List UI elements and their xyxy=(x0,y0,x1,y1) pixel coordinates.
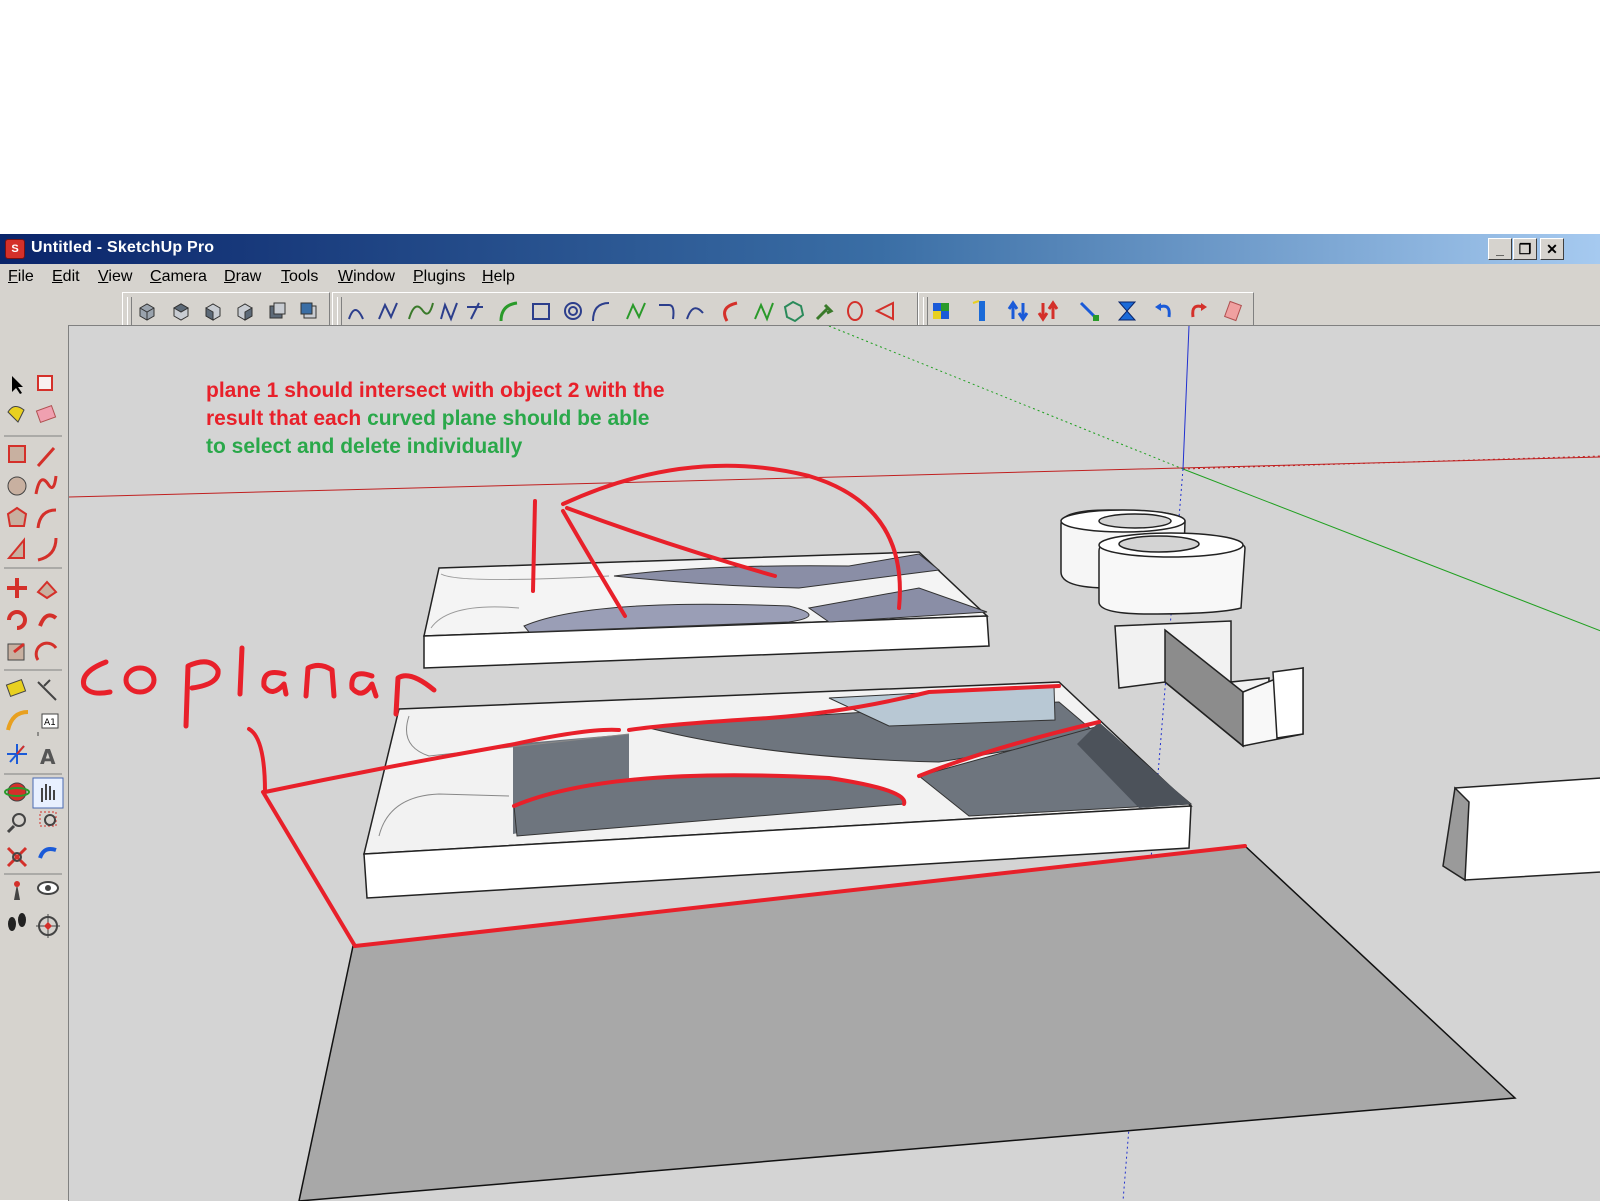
orbit-icon xyxy=(7,782,27,802)
push-down-icon[interactable] xyxy=(1035,297,1063,325)
protractor-icon xyxy=(6,710,29,731)
walk-icon xyxy=(8,917,16,931)
menu-edit[interactable]: Edit xyxy=(52,268,80,286)
restore-button[interactable]: ❐ xyxy=(1513,238,1537,260)
toolbar-grip[interactable] xyxy=(127,297,132,325)
scale-diagonal-icon[interactable] xyxy=(1075,297,1103,325)
polygon-icon xyxy=(6,506,28,527)
model-viewport[interactable]: plane 1 should intersect with object 2 w… xyxy=(68,325,1600,1201)
spiral-icon xyxy=(564,302,582,320)
menu-window[interactable]: Window xyxy=(338,268,395,286)
ellipse-icon xyxy=(847,301,863,321)
handwritten-coplanar xyxy=(70,638,450,738)
annotation-line-3: to select and delete individually xyxy=(206,435,523,458)
wrench-icon xyxy=(815,303,834,321)
polygon-icon xyxy=(783,300,805,323)
tape-measure-icon xyxy=(5,678,27,698)
paint-bucket-icon xyxy=(7,406,25,423)
annotation-line-1: plane 1 should intersect with object 2 w… xyxy=(206,379,665,402)
menu-draw[interactable]: Draw xyxy=(224,268,261,286)
rotate-icon xyxy=(7,610,27,630)
block-object xyxy=(1442,777,1600,882)
ring-object xyxy=(1060,509,1246,615)
svg-text:A1: A1 xyxy=(44,718,56,728)
freehand-icon xyxy=(754,302,774,322)
close-button[interactable]: ✕ xyxy=(1540,238,1564,260)
bezier-icon xyxy=(348,309,364,320)
push-pull-icon xyxy=(36,580,58,600)
arc-icon xyxy=(499,301,518,322)
menu-plugins[interactable]: Plugins xyxy=(413,268,465,286)
zigzag-icon xyxy=(626,302,646,320)
previous-icon xyxy=(38,847,57,859)
dimension-icon xyxy=(37,679,57,701)
move-icon xyxy=(7,578,27,598)
arc2-icon xyxy=(686,307,704,320)
pencil-icon xyxy=(36,447,56,467)
arc3-icon xyxy=(723,301,738,322)
front-view-icon[interactable] xyxy=(199,297,227,325)
menu-file[interactable]: File xyxy=(8,268,34,286)
arc-icon xyxy=(34,475,58,495)
bracket-object xyxy=(1114,620,1304,748)
zoom-icon xyxy=(12,813,26,827)
left-view-icon[interactable] xyxy=(295,297,323,325)
window-title: Untitled - SketchUp Pro xyxy=(31,239,215,256)
hourglass-icon[interactable] xyxy=(1113,297,1141,325)
spline-icon xyxy=(408,302,434,320)
menu-tools[interactable]: Tools xyxy=(281,268,318,286)
freehand-icon xyxy=(36,508,57,529)
make-component-icon xyxy=(37,375,53,391)
3d-text-icon: A xyxy=(40,745,56,769)
annotation-line-2-green: curved plane should be able xyxy=(367,407,650,430)
top-view-icon[interactable] xyxy=(167,297,195,325)
color-cube-icon[interactable] xyxy=(927,297,955,325)
circle-icon xyxy=(7,476,27,496)
offset-icon xyxy=(34,641,58,661)
large-toolset-icons[interactable]: A1 A xyxy=(0,360,66,960)
sketchup-logo-icon: S xyxy=(5,239,25,259)
blue-axis xyxy=(1182,326,1190,470)
plugins-toolbar-icons[interactable] xyxy=(341,297,917,325)
back-view-icon[interactable] xyxy=(263,297,291,325)
eraser-icon xyxy=(35,404,57,424)
handwritten-coplanar-drawing xyxy=(80,645,437,729)
polyline-icon xyxy=(440,302,458,322)
select-icon xyxy=(12,376,23,394)
menu-bar: File Edit View Camera Draw Tools Window … xyxy=(0,264,1600,292)
red-axis xyxy=(69,456,1600,498)
curve-icon xyxy=(378,302,398,320)
minimize-button[interactable]: _ xyxy=(1488,238,1512,260)
curve2-icon xyxy=(592,302,610,322)
iso-view-icon[interactable] xyxy=(133,297,161,325)
eraser-icon[interactable] xyxy=(1219,297,1247,325)
undo-icon[interactable] xyxy=(1151,297,1179,325)
title-bar: S Untitled - SketchUp Pro _ ❐ ✕ xyxy=(0,234,1600,264)
upper-tray xyxy=(423,551,990,669)
push-up-icon[interactable] xyxy=(1005,297,1033,325)
segment-icon xyxy=(467,302,483,320)
menu-help[interactable]: Help xyxy=(482,268,515,286)
cone-icon xyxy=(874,301,894,321)
menu-view[interactable]: View xyxy=(98,268,132,286)
annotation-line-2-red: result that each xyxy=(206,407,368,430)
follow-me-icon xyxy=(38,613,58,627)
annotation-line-2: result that each curved plane should be … xyxy=(206,405,649,433)
large-toolset-toolbar: A1 A xyxy=(0,360,66,1200)
menu-camera[interactable]: Camera xyxy=(150,268,207,286)
right-view-icon[interactable] xyxy=(231,297,259,325)
redo-icon[interactable] xyxy=(1183,297,1211,325)
ground-plane xyxy=(298,845,1517,1201)
rectangle-icon xyxy=(532,303,550,320)
rectangle-icon xyxy=(8,445,26,463)
extrude-icon[interactable] xyxy=(967,297,995,325)
zoom-extents-icon xyxy=(6,846,28,868)
hook-icon xyxy=(659,304,675,320)
